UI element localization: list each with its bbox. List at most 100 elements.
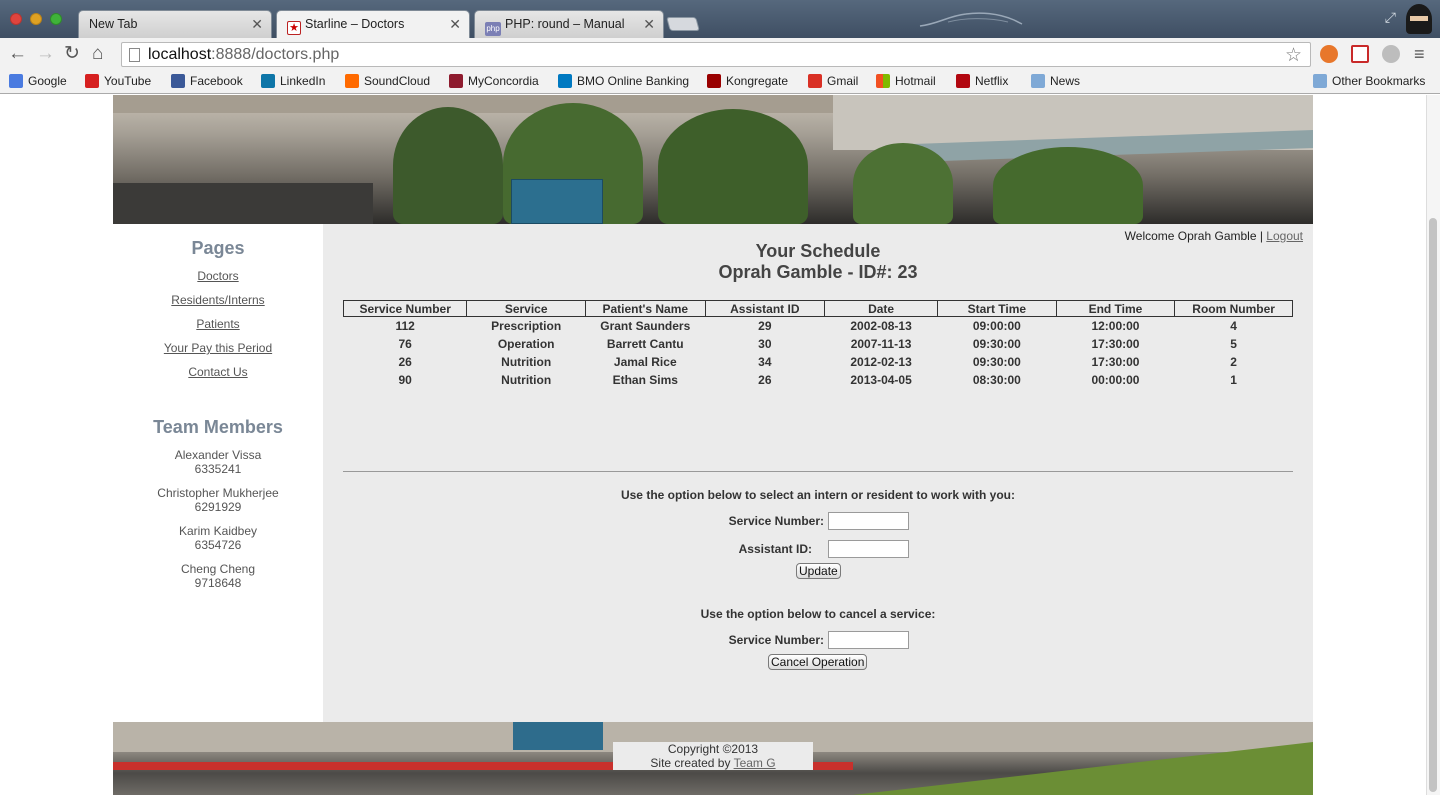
team-g-link[interactable]: Team G	[734, 756, 776, 770]
footer-banner-image: Copyright ©2013 Site created by Team G	[113, 722, 1313, 795]
extension-fire-icon[interactable]	[1320, 45, 1338, 63]
update-button[interactable]: Update	[796, 563, 841, 579]
cancel-operation-button[interactable]: Cancel Operation	[768, 654, 868, 670]
window-zoom-button[interactable]	[50, 13, 62, 25]
table-cell: 29	[758, 318, 772, 333]
window-close-button[interactable]	[10, 13, 22, 25]
scrollbar-thumb[interactable]	[1429, 218, 1437, 792]
bookmark-linkedin[interactable]: LinkedIn	[261, 74, 325, 88]
bookmark-label: Kongregate	[726, 74, 789, 88]
table-cell: Prescription	[491, 318, 562, 333]
bookmark-label: LinkedIn	[280, 74, 326, 88]
copyright-text: Copyright ©2013	[667, 742, 759, 756]
php-favicon-icon: php	[485, 22, 501, 36]
tab-close-icon[interactable]: ✕	[251, 16, 263, 33]
browser-tab-new-tab[interactable]: New Tab ✕	[78, 10, 272, 38]
tab-title: New Tab	[89, 17, 138, 31]
page-viewport: Pages Doctors Residents/Interns Patients…	[0, 95, 1440, 795]
assign-service-number-input[interactable]	[828, 512, 909, 530]
table-cell: 09:30:00	[972, 336, 1021, 351]
table-cell: 26	[398, 354, 412, 369]
bookmark-news[interactable]: News	[1031, 74, 1080, 88]
service-number-label: Service Number:	[728, 514, 824, 528]
column-header: End Time	[1055, 300, 1176, 317]
extension-circle-icon[interactable]	[1382, 45, 1400, 63]
nav-link-patients[interactable]: Patients	[113, 317, 323, 331]
table-cell: Jamal Rice	[613, 354, 677, 369]
bookmark-label: Other Bookmarks	[1332, 74, 1426, 88]
bookmark-label: SoundCloud	[364, 74, 431, 88]
pages-heading: Pages	[191, 238, 245, 258]
kongregate-icon	[707, 74, 721, 88]
team-member: Christopher Mukherjee 6291929	[113, 486, 323, 514]
nav-link-doctors[interactable]: Doctors	[113, 269, 323, 283]
table-cell: 4	[1230, 318, 1237, 333]
profile-avatar-icon[interactable]	[1406, 4, 1432, 34]
new-tab-button[interactable]	[666, 17, 700, 31]
table-header-row: Service Number Service Patient's Name As…	[342, 300, 1293, 317]
main-content: Welcome Oprah Gamble | Logout Your Sched…	[323, 224, 1313, 722]
browser-tab-php-manual[interactable]: php PHP: round – Manual ✕	[474, 10, 664, 38]
table-row: 112 Prescription Grant Saunders 29 2002-…	[344, 317, 1293, 335]
nav-link-residents-interns[interactable]: Residents/Interns	[113, 293, 323, 307]
member-name: Cheng Cheng	[180, 562, 256, 576]
table-cell: 17:30:00	[1091, 336, 1140, 351]
bookmark-label: BMO Online Banking	[577, 74, 690, 88]
address-bar[interactable]: localhost:8888/doctors.php ☆	[121, 42, 1311, 67]
nav-link-your-pay[interactable]: Your Pay this Period	[113, 341, 323, 355]
browser-tab-starline-doctors[interactable]: ★ Starline – Doctors ✕	[276, 10, 470, 38]
bookmark-netflix[interactable]: Netflix	[956, 74, 1008, 88]
window-minimize-button[interactable]	[30, 13, 42, 25]
myconcordia-icon	[449, 74, 463, 88]
member-name: Alexander Vissa	[174, 448, 262, 462]
team-member: Cheng Cheng 9718648	[113, 562, 323, 590]
bookmark-bmo[interactable]: BMO Online Banking	[558, 74, 689, 88]
car-silhouette-icon	[919, 12, 1023, 27]
bookmark-google[interactable]: Google	[9, 74, 67, 88]
forward-arrow-icon[interactable]: →	[36, 44, 55, 64]
table-cell: 2	[1230, 354, 1237, 369]
column-header: Date	[824, 300, 939, 317]
gmail-extension-icon[interactable]	[1351, 45, 1369, 63]
home-icon[interactable]: ⌂	[92, 44, 103, 64]
created-by-line: Site created by Team G	[613, 756, 813, 770]
column-header: Start Time	[937, 300, 1057, 317]
starline-favicon-icon: ★	[287, 21, 301, 35]
member-name: Karim Kaidbey	[178, 524, 258, 538]
created-by-text: Site created by	[650, 756, 731, 770]
bookmark-star-icon[interactable]: ☆	[1285, 44, 1302, 67]
bookmark-youtube[interactable]: YouTube	[85, 74, 151, 88]
bookmark-facebook[interactable]: Facebook	[171, 74, 243, 88]
soundcloud-icon	[345, 74, 359, 88]
menu-icon[interactable]: ≡	[1414, 44, 1425, 64]
netflix-icon	[956, 74, 970, 88]
page-title: Your Schedule	[755, 241, 881, 261]
fullscreen-icon[interactable]: ⤢	[1385, 9, 1396, 26]
nav-link-contact-us[interactable]: Contact Us	[113, 365, 323, 379]
cancel-form-prompt: Use the option below to cancel a service…	[700, 607, 936, 621]
cancel-service-number-input[interactable]	[828, 631, 909, 649]
linkedin-icon	[261, 74, 275, 88]
table-row: 26 Nutrition Jamal Rice 34 2012-02-13 09…	[344, 353, 1293, 371]
column-header: Service Number	[342, 300, 468, 317]
google-icon	[9, 74, 23, 88]
bookmark-kongregate[interactable]: Kongregate	[707, 74, 788, 88]
bookmark-hotmail[interactable]: Hotmail	[876, 74, 936, 88]
table-cell: Grant Saunders	[600, 318, 691, 333]
table-cell: 08:30:00	[972, 372, 1021, 387]
tab-close-icon[interactable]: ✕	[643, 16, 655, 33]
bookmark-gmail[interactable]: Gmail	[808, 74, 858, 88]
bookmark-soundcloud[interactable]: SoundCloud	[345, 74, 430, 88]
reload-icon[interactable]: ↻	[64, 44, 80, 64]
bookmark-label: Gmail	[827, 74, 859, 88]
tab-close-icon[interactable]: ✕	[449, 16, 461, 33]
tab-title: Starline – Doctors	[305, 17, 405, 31]
team-member: Alexander Vissa 6335241	[113, 448, 323, 476]
back-arrow-icon[interactable]: ←	[8, 44, 27, 64]
table-row: 90 Nutrition Ethan Sims 26 2013-04-05 08…	[344, 371, 1293, 389]
bookmark-myconcordia[interactable]: MyConcordia	[449, 74, 539, 88]
table-cell: 1	[1230, 372, 1237, 387]
facebook-icon	[171, 74, 185, 88]
bookmark-other[interactable]: Other Bookmarks	[1313, 74, 1425, 88]
assistant-id-input[interactable]	[828, 540, 909, 558]
